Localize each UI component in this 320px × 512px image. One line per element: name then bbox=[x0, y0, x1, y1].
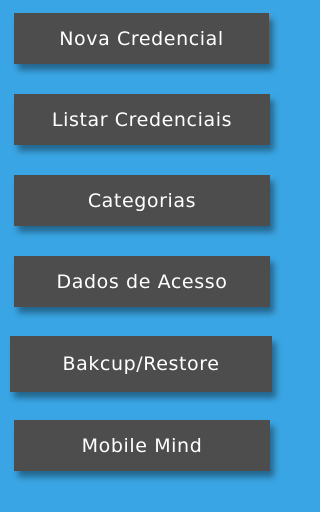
mobile-mind-button[interactable]: Mobile Mind bbox=[14, 420, 270, 471]
categorias-button[interactable]: Categorias bbox=[14, 175, 270, 226]
mobile-mind-label: Mobile Mind bbox=[81, 434, 203, 457]
categorias-label: Categorias bbox=[87, 189, 197, 212]
dados-de-acesso-label: Dados de Acesso bbox=[56, 270, 228, 293]
nova-credencial-button[interactable]: Nova Credencial bbox=[14, 13, 269, 64]
backup-restore-label: Bakcup/Restore bbox=[62, 353, 220, 375]
listar-credenciais-label: Listar Credenciais bbox=[51, 108, 233, 131]
app-screen: { "menu": { "items": [ { "label": "Nova … bbox=[0, 0, 288, 512]
nova-credencial-label: Nova Credencial bbox=[59, 27, 224, 50]
dados-de-acesso-button[interactable]: Dados de Acesso bbox=[14, 256, 270, 307]
listar-credenciais-button[interactable]: Listar Credenciais bbox=[14, 94, 270, 145]
backup-restore-button[interactable]: Bakcup/Restore bbox=[10, 336, 272, 392]
